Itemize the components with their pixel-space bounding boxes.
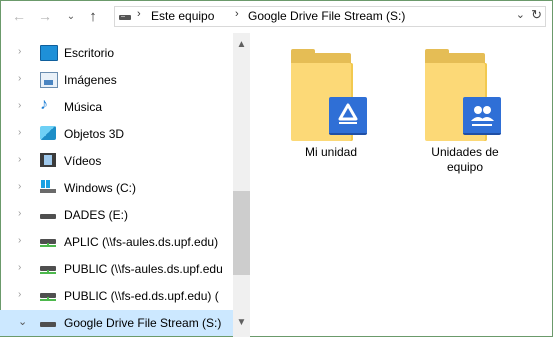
breadcrumb-separator-icon: ›: [137, 8, 141, 20]
expand-chevron-icon[interactable]: ›: [18, 181, 21, 192]
nav-pane-scrollbar[interactable]: ▲ ▼: [233, 33, 250, 337]
tree-item-objetos-3d[interactable]: › Objetos 3D: [0, 121, 233, 147]
expand-chevron-icon[interactable]: ›: [18, 289, 21, 300]
tree-item-label: Google Drive File Stream (S:): [64, 316, 222, 330]
expand-chevron-icon[interactable]: ›: [18, 100, 21, 111]
navigation-pane: › Escritorio › Imágenes › ♪ Música › Obj…: [0, 33, 251, 337]
desktop-icon: [40, 45, 58, 61]
expand-chevron-icon[interactable]: ›: [18, 46, 21, 57]
tree-item-label: PUBLIC (\\fs-aules.ds.upf.edu: [64, 262, 223, 276]
expand-chevron-icon[interactable]: ›: [18, 208, 21, 219]
tree-item-imagenes[interactable]: › Imágenes: [0, 67, 233, 93]
expand-chevron-icon[interactable]: ›: [18, 127, 21, 138]
breadcrumb-este-equipo[interactable]: Este equipo: [151, 9, 214, 23]
forward-arrow-icon[interactable]: →: [36, 7, 54, 25]
tree-item-label: DADES (E:): [64, 208, 129, 222]
windows-drive-icon: [40, 180, 56, 194]
folder-label: Unidades de equipo: [431, 145, 499, 174]
expand-chevron-icon[interactable]: ›: [18, 73, 21, 84]
tree-item-videos[interactable]: › Vídeos: [0, 148, 233, 174]
tree-item-public-fs-ed[interactable]: › PUBLIC (\\fs-ed.ds.upf.edu) (: [0, 283, 233, 309]
recent-locations-chevron-icon[interactable]: ⌄: [62, 7, 80, 25]
tree-item-musica[interactable]: › ♪ Música: [0, 94, 233, 120]
music-icon: ♪: [40, 96, 48, 113]
breadcrumb-current-drive[interactable]: Google Drive File Stream (S:): [248, 9, 405, 23]
expand-chevron-icon[interactable]: ›: [18, 154, 21, 165]
scrollbar-thumb[interactable]: [233, 191, 250, 275]
drive-icon: [40, 315, 56, 329]
drive-icon: [40, 207, 56, 221]
tree-item-label: PUBLIC (\\fs-ed.ds.upf.edu) (: [64, 289, 219, 303]
videos-icon: [40, 153, 56, 167]
tree-item-escritorio[interactable]: › Escritorio: [0, 40, 233, 66]
tree-item-dades-e[interactable]: › DADES (E:): [0, 202, 233, 228]
folder-label: Mi unidad: [304, 145, 358, 159]
network-drive-icon: [40, 234, 56, 248]
pictures-icon: [40, 72, 58, 88]
team-drive-folder-icon: [425, 49, 505, 141]
drive-icon: [119, 15, 131, 20]
expand-chevron-icon[interactable]: ›: [18, 235, 21, 246]
tree-item-windows-c[interactable]: › Windows (C:): [0, 175, 233, 201]
tree-item-label: APLIC (\\fs-aules.ds.upf.edu): [64, 235, 219, 249]
tree-item-public-fs-aules[interactable]: › PUBLIC (\\fs-aules.ds.upf.edu: [0, 256, 233, 282]
up-arrow-icon[interactable]: ↑: [84, 7, 102, 25]
address-bar[interactable]: › Este equipo › Google Drive File Stream…: [114, 6, 546, 27]
google-drive-folder-icon: [291, 49, 371, 141]
folder-unidades-de-equipo[interactable]: Unidades de equipo: [410, 49, 520, 175]
tree-item-aplic[interactable]: › APLIC (\\fs-aules.ds.upf.edu): [0, 229, 233, 255]
back-arrow-icon[interactable]: ←: [10, 7, 28, 25]
tree-item-label: Imágenes: [64, 73, 117, 87]
expand-chevron-icon[interactable]: ›: [18, 262, 21, 273]
tree-item-google-drive-file-stream[interactable]: ⌄ Google Drive File Stream (S:): [0, 310, 233, 336]
address-bar-row: ← → ⌄ ↑ › Este equipo › Google Drive Fil…: [0, 0, 553, 32]
scroll-up-arrow-icon[interactable]: ▲: [233, 39, 250, 50]
tree-item-label: Objetos 3D: [64, 127, 125, 141]
content-area: Mi unidad Unidades de equipo: [252, 33, 553, 337]
collapse-chevron-icon[interactable]: ⌄: [18, 315, 27, 328]
folder-mi-unidad[interactable]: Mi unidad: [276, 49, 386, 160]
breadcrumb-separator-icon: ›: [235, 8, 239, 20]
tree-item-label: Escritorio: [64, 46, 115, 60]
refresh-icon[interactable]: ↻: [531, 7, 542, 23]
tree-item-label: Vídeos: [64, 154, 102, 168]
address-history-chevron-icon[interactable]: ⌄: [516, 8, 525, 21]
tree-item-label: Windows (C:): [64, 181, 137, 195]
tree-item-label: Música: [64, 100, 103, 114]
network-drive-icon: [40, 288, 56, 302]
scroll-down-arrow-icon[interactable]: ▼: [233, 317, 250, 328]
network-drive-icon: [40, 261, 56, 275]
3d-objects-icon: [40, 126, 56, 140]
